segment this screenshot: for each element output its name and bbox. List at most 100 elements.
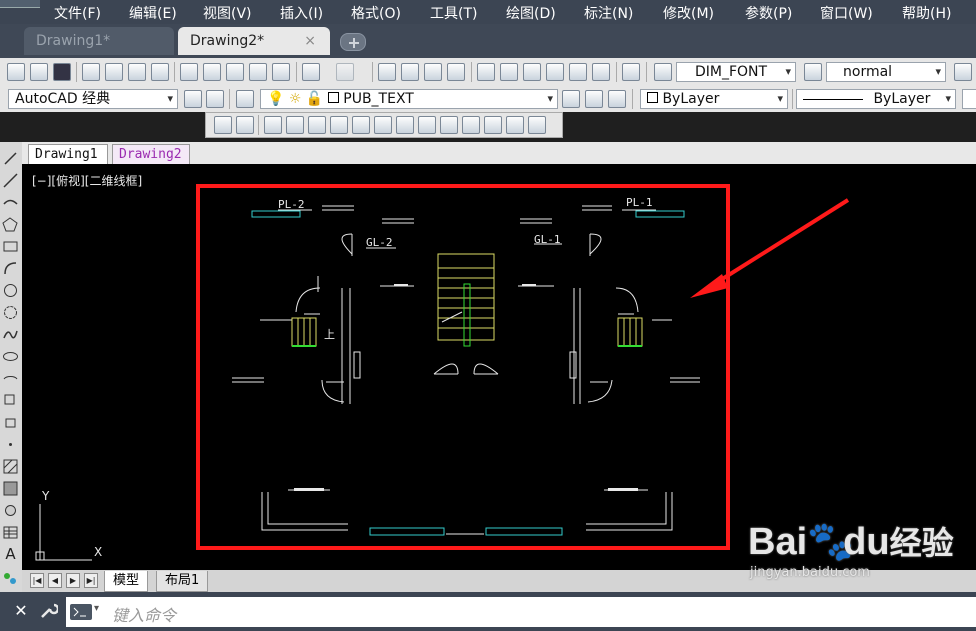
ellipse-icon[interactable] bbox=[2, 348, 19, 365]
close-icon[interactable]: × bbox=[304, 27, 316, 55]
table-style-icon[interactable] bbox=[954, 63, 972, 81]
color-select[interactable]: ByLayer ▾ bbox=[640, 89, 788, 109]
close-icon[interactable]: ✕ bbox=[12, 602, 30, 620]
new-file-icon[interactable] bbox=[7, 63, 25, 81]
pan-icon[interactable] bbox=[378, 63, 396, 81]
layer-isolate-icon[interactable] bbox=[264, 116, 282, 134]
make-block-icon[interactable] bbox=[2, 414, 19, 431]
help-icon[interactable] bbox=[622, 63, 640, 81]
zoom-window-icon[interactable] bbox=[424, 63, 442, 81]
menu-modify[interactable]: 修改(M) bbox=[663, 3, 714, 23]
calculator-icon[interactable] bbox=[592, 63, 610, 81]
tab-model[interactable]: 模型 bbox=[104, 571, 149, 592]
zoom-realtime-icon[interactable] bbox=[401, 63, 419, 81]
text-style-select[interactable]: DIM_FONT ▾ bbox=[676, 62, 796, 82]
cut-icon[interactable] bbox=[180, 63, 198, 81]
last-tab-icon[interactable]: ▶| bbox=[84, 573, 98, 588]
first-tab-icon[interactable]: |◀ bbox=[30, 573, 44, 588]
menu-view[interactable]: 视图(V) bbox=[203, 3, 252, 23]
rectangle-icon[interactable] bbox=[2, 238, 19, 255]
layer-thaw-icon[interactable] bbox=[374, 116, 392, 134]
tool-palettes-icon[interactable] bbox=[523, 63, 541, 81]
menu-window[interactable]: 窗口(W) bbox=[820, 3, 873, 23]
dim-style-select[interactable]: normal ▾ bbox=[826, 62, 946, 82]
layer-states-icon[interactable] bbox=[608, 90, 626, 108]
block-editor-icon[interactable] bbox=[272, 63, 290, 81]
design-center-icon[interactable] bbox=[500, 63, 518, 81]
text-style-icon[interactable] bbox=[654, 63, 672, 81]
layer-properties-icon[interactable] bbox=[206, 90, 224, 108]
menu-dimension[interactable]: 标注(N) bbox=[584, 3, 633, 23]
undo-icon[interactable] bbox=[302, 63, 320, 81]
redo-icon[interactable] bbox=[336, 63, 354, 81]
copy-icon[interactable] bbox=[203, 63, 221, 81]
ellipse-arc-icon[interactable] bbox=[2, 370, 19, 387]
line-icon[interactable] bbox=[2, 150, 19, 167]
chevron-down-icon[interactable]: ▾ bbox=[94, 603, 99, 614]
match-properties-icon[interactable] bbox=[249, 63, 267, 81]
point-icon[interactable] bbox=[2, 436, 19, 453]
region-icon[interactable] bbox=[2, 502, 19, 519]
web-publish-icon[interactable] bbox=[151, 63, 169, 81]
layer-walk-icon[interactable] bbox=[214, 116, 232, 134]
next-tab-icon[interactable]: ▶ bbox=[66, 573, 80, 588]
prev-tab-icon[interactable]: ◀ bbox=[48, 573, 62, 588]
polyline-icon[interactable] bbox=[2, 194, 19, 211]
open-folder-icon[interactable] bbox=[30, 63, 48, 81]
layer-match-icon[interactable] bbox=[236, 116, 254, 134]
print-icon[interactable] bbox=[82, 63, 100, 81]
layer-manager-icon[interactable] bbox=[236, 90, 254, 108]
menu-parameters[interactable]: 参数(P) bbox=[745, 3, 792, 23]
layer-translate-icon[interactable] bbox=[528, 116, 546, 134]
layer-on-icon[interactable] bbox=[330, 116, 348, 134]
insert-block-icon[interactable] bbox=[2, 392, 19, 409]
wrench-icon[interactable] bbox=[38, 602, 60, 620]
publish-icon[interactable] bbox=[128, 63, 146, 81]
circle-icon[interactable] bbox=[2, 282, 19, 299]
app-menu-button[interactable] bbox=[0, 0, 40, 8]
save-icon[interactable] bbox=[53, 63, 71, 81]
layer-freeze-icon[interactable] bbox=[352, 116, 370, 134]
linetype-select[interactable]: ByLayer ▾ bbox=[796, 89, 956, 109]
new-tab-button[interactable] bbox=[340, 33, 366, 51]
tab-layout1[interactable]: 布局1 bbox=[156, 571, 209, 592]
workspace-settings-icon[interactable] bbox=[184, 90, 202, 108]
spline-icon[interactable] bbox=[2, 326, 19, 343]
menu-draw[interactable]: 绘图(D) bbox=[506, 3, 556, 23]
dim-style-icon[interactable] bbox=[804, 63, 822, 81]
revision-cloud-icon[interactable] bbox=[2, 304, 19, 321]
drawing-tab-drawing2[interactable]: Drawing2 bbox=[112, 144, 190, 164]
layer-merge-icon[interactable] bbox=[440, 116, 458, 134]
layer-unlock-icon[interactable] bbox=[418, 116, 436, 134]
layer-off-icon[interactable] bbox=[308, 116, 326, 134]
make-current-layer-icon[interactable] bbox=[562, 90, 580, 108]
multiline-text-icon[interactable]: A bbox=[2, 546, 19, 563]
arc-icon[interactable] bbox=[2, 260, 19, 277]
hatch-icon[interactable] bbox=[2, 458, 19, 475]
doc-tab-drawing2[interactable]: Drawing2* × bbox=[178, 27, 330, 55]
menu-insert[interactable]: 插入(I) bbox=[280, 3, 323, 23]
table-icon[interactable] bbox=[2, 524, 19, 541]
layer-previous-icon[interactable] bbox=[585, 90, 603, 108]
change-to-current-layer-icon[interactable] bbox=[506, 116, 524, 134]
layer-select[interactable]: 💡 ☼ 🔓 PUB_TEXT ▾ bbox=[260, 89, 558, 109]
menu-file[interactable]: 文件(F) bbox=[54, 3, 101, 23]
menu-format[interactable]: 格式(O) bbox=[351, 3, 401, 23]
markup-icon[interactable] bbox=[569, 63, 587, 81]
copy-to-layer-icon[interactable] bbox=[484, 116, 502, 134]
polygon-icon[interactable] bbox=[2, 216, 19, 233]
layer-unisolate-icon[interactable] bbox=[286, 116, 304, 134]
menu-edit[interactable]: 编辑(E) bbox=[129, 3, 177, 23]
add-selected-icon[interactable] bbox=[2, 570, 19, 587]
menu-tools[interactable]: 工具(T) bbox=[430, 3, 477, 23]
print-preview-icon[interactable] bbox=[105, 63, 123, 81]
command-prompt-icon[interactable] bbox=[70, 604, 92, 620]
gradient-icon[interactable] bbox=[2, 480, 19, 497]
zoom-previous-icon[interactable] bbox=[447, 63, 465, 81]
drawing-tab-drawing1[interactable]: Drawing1 bbox=[28, 144, 108, 164]
paste-icon[interactable] bbox=[226, 63, 244, 81]
layer-lock-icon[interactable] bbox=[396, 116, 414, 134]
sheet-set-icon[interactable] bbox=[546, 63, 564, 81]
lineweight-select[interactable] bbox=[962, 89, 976, 109]
doc-tab-drawing1[interactable]: Drawing1* bbox=[24, 27, 174, 55]
